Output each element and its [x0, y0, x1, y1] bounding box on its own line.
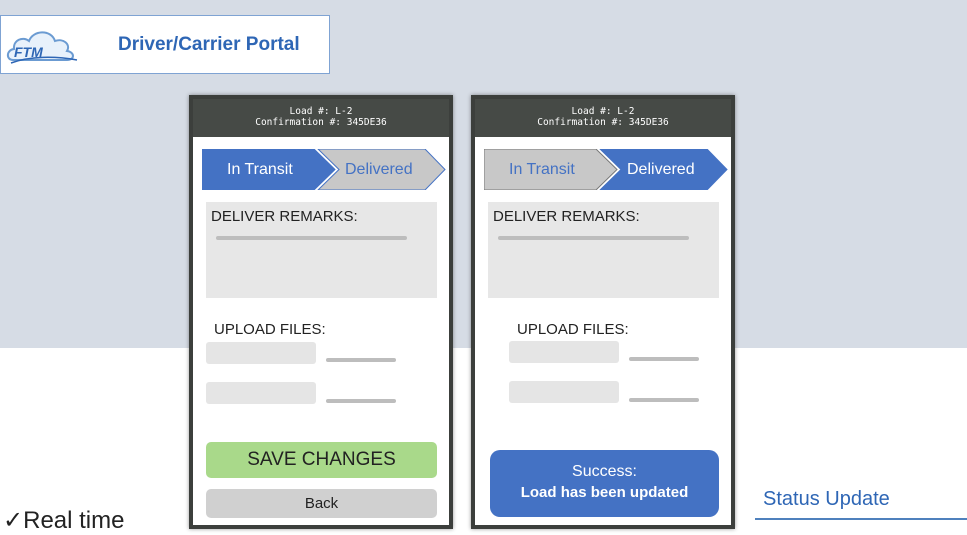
- load-header: Load #: L-2 Confirmation #: 345DE36: [475, 99, 731, 137]
- file-input-2[interactable]: [206, 382, 316, 404]
- file-name-placeholder-1: [629, 357, 699, 361]
- load-header: Load #: L-2 Confirmation #: 345DE36: [193, 99, 449, 137]
- feature-text: Real time: [23, 507, 125, 534]
- step-in-transit[interactable]: In Transit: [509, 161, 575, 179]
- logo-text: FTM: [14, 44, 43, 60]
- back-button[interactable]: Back: [206, 489, 437, 518]
- step-delivered[interactable]: Delivered: [345, 161, 413, 179]
- portal-title: Driver/Carrier Portal: [118, 34, 300, 55]
- upload-files-label: UPLOAD FILES:: [214, 321, 326, 338]
- deliver-remarks-label: DELIVER REMARKS:: [211, 208, 358, 225]
- confirmation-number: Confirmation #: 345DE36: [537, 117, 669, 128]
- step-in-transit[interactable]: In Transit: [227, 161, 293, 179]
- checkmark-icon: ✓: [3, 507, 24, 534]
- success-toast: Success: Load has been updated: [490, 450, 719, 517]
- load-number: Load #: L-2: [571, 106, 635, 117]
- phone-mockup-success: Load #: L-2 Confirmation #: 345DE36 In T…: [471, 95, 735, 529]
- deliver-remarks-field[interactable]: DELIVER REMARKS:: [488, 202, 719, 298]
- save-changes-button[interactable]: SAVE CHANGES: [206, 442, 437, 478]
- file-name-placeholder-2: [326, 399, 396, 403]
- step-delivered[interactable]: Delivered: [627, 161, 695, 179]
- status-stepper: In Transit Delivered: [202, 149, 446, 190]
- load-number: Load #: L-2: [289, 106, 353, 117]
- file-name-placeholder-2: [629, 398, 699, 402]
- portal-brand-header: FTM Driver/Carrier Portal: [0, 15, 330, 74]
- confirmation-number: Confirmation #: 345DE36: [255, 117, 387, 128]
- success-message: Load has been updated: [520, 484, 689, 501]
- feature-bullet: ✓Real time: [3, 506, 124, 535]
- file-input-1[interactable]: [206, 342, 316, 364]
- upload-files-label: UPLOAD FILES:: [517, 321, 629, 338]
- status-stepper: In Transit Delivered: [484, 149, 728, 190]
- file-input-1[interactable]: [509, 341, 619, 363]
- success-title: Success:: [572, 463, 637, 480]
- file-name-placeholder-1: [326, 358, 396, 362]
- file-input-2[interactable]: [509, 381, 619, 403]
- remarks-text-placeholder: [498, 236, 689, 240]
- phone-mockup-edit: Load #: L-2 Confirmation #: 345DE36 In T…: [189, 95, 453, 529]
- caption-underline: [755, 518, 967, 520]
- remarks-text-placeholder: [216, 236, 407, 240]
- deliver-remarks-label: DELIVER REMARKS:: [493, 208, 640, 225]
- status-update-caption: Status Update: [763, 488, 890, 510]
- deliver-remarks-field[interactable]: DELIVER REMARKS:: [206, 202, 437, 298]
- ftm-cloud-logo-icon: FTM: [6, 31, 78, 64]
